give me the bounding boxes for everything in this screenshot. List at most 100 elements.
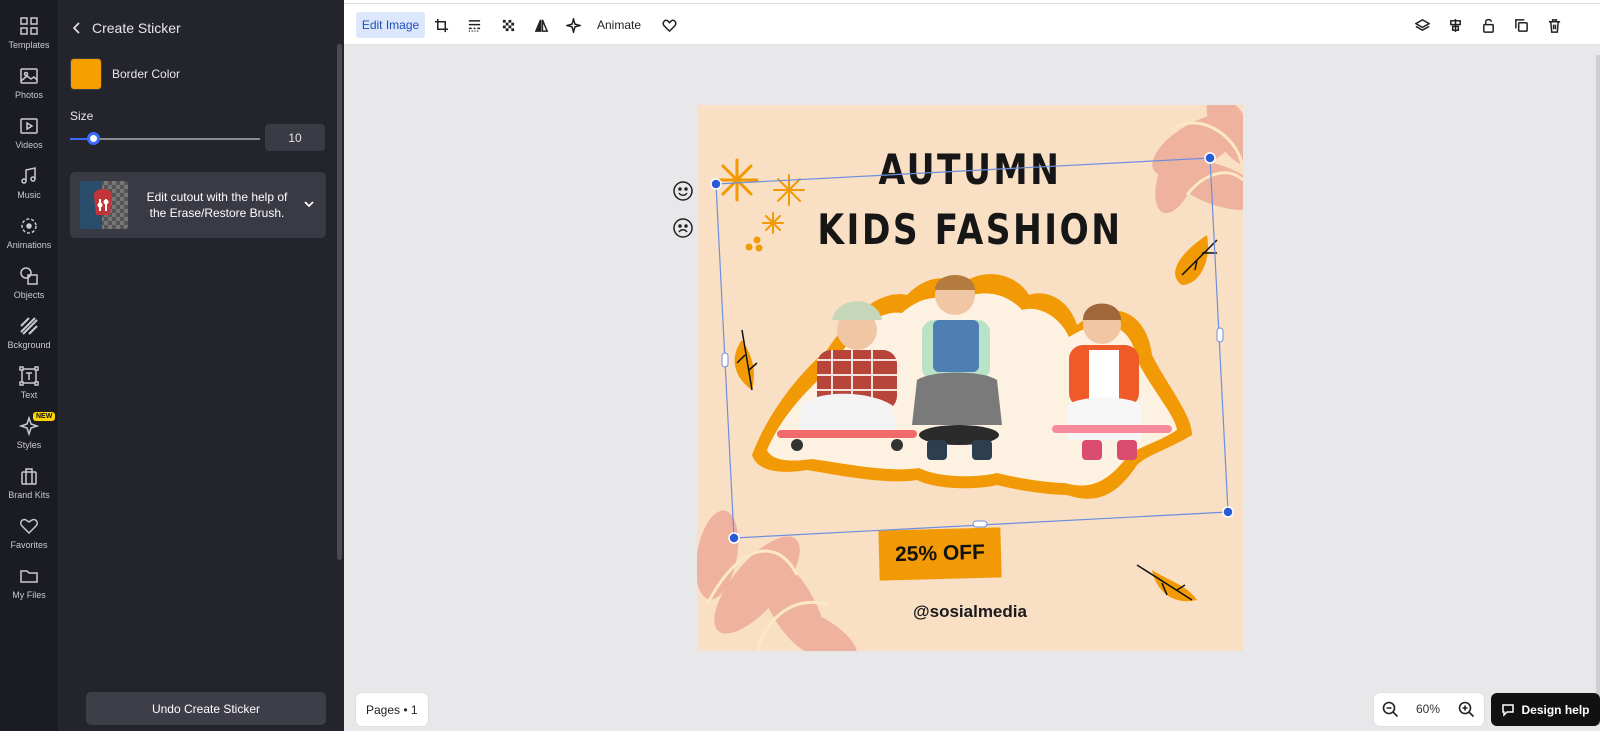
rail-label: Favorites [10,540,48,550]
panel-title: Create Sticker [92,20,181,36]
zoom-control: 60% [1374,693,1484,726]
duplicate-button[interactable] [1508,12,1534,38]
chevron-down-icon[interactable] [302,197,316,211]
zoom-out-icon[interactable] [1382,701,1399,718]
rail-label: Photos [14,90,44,100]
editor-app: Templates Photos Videos Music Animations… [0,0,1600,731]
rail-item-styles[interactable]: NEW Styles [0,412,58,458]
smile-feedback-icon[interactable] [672,180,694,202]
rail-item-photos[interactable]: Photos [0,62,58,108]
rail-item-brand-kits[interactable]: Brand Kits [0,462,58,508]
resize-handle[interactable] [1222,506,1234,518]
design-help-button[interactable]: Design help [1491,693,1600,726]
heart-icon [20,518,38,535]
unlock-icon [1482,18,1494,33]
chevron-left-icon [72,22,80,34]
lock-button[interactable] [1475,12,1501,38]
layers-icon [1414,18,1430,31]
align-button[interactable] [1442,12,1468,38]
heart-outline-icon [662,19,676,32]
rail-item-animations[interactable]: Animations [0,212,58,258]
favorite-button[interactable] [656,12,682,38]
size-slider[interactable] [70,129,260,149]
music-note-icon [21,167,36,184]
magic-button[interactable] [560,12,586,38]
zoom-in-icon[interactable] [1458,701,1475,718]
panel-scrollbar[interactable] [337,44,342,560]
duplicate-icon [1514,18,1528,32]
border-color-row: Border Color [70,58,180,90]
resize-handle[interactable] [710,178,722,190]
frown-feedback-icon[interactable] [672,217,694,239]
slider-thumb[interactable] [86,132,100,145]
rail-label: Styles [16,440,42,450]
size-label: Size [70,109,94,123]
headline-autumn[interactable]: AUTUMN [746,145,1194,194]
side-handle[interactable] [721,352,729,368]
headline-kids-fashion[interactable]: KIDS FASHION [746,205,1194,254]
discount-badge[interactable]: 25% OFF [878,527,1002,581]
animate-button[interactable]: Animate [591,12,647,38]
rail-item-background[interactable]: Bckground [0,312,58,358]
flip-icon [534,19,548,32]
transparency-button[interactable] [495,12,521,38]
rail-item-music[interactable]: Music [0,162,58,208]
rail-label: Bckground [7,340,51,350]
adjust-button[interactable] [461,12,487,38]
cutout-description: Edit cutout with the help of the Erase/R… [146,190,288,220]
grid-icon [20,17,38,35]
rail-label: My Files [12,590,46,600]
flower-decoration-bottom-left [697,510,857,651]
flip-button[interactable] [528,12,554,38]
rail-item-videos[interactable]: Videos [0,112,58,158]
rail-item-text[interactable]: Text [0,362,58,408]
rail-label: Music [17,190,41,200]
animation-icon [21,218,37,234]
background-stripes-icon [20,317,38,335]
side-handle[interactable] [1216,327,1224,343]
play-icon [20,118,38,134]
undo-create-sticker-button[interactable]: Undo Create Sticker [86,692,326,725]
image-toolbar: Edit Image Animate [344,4,1600,45]
rail-item-objects[interactable]: Objects [0,262,58,308]
create-sticker-panel: Create Sticker Border Color Size 10 Edit… [58,0,344,731]
rail-item-favorites[interactable]: Favorites [0,512,58,558]
left-rail: Templates Photos Videos Music Animations… [0,0,58,731]
border-color-label: Border Color [112,67,181,81]
layers-button[interactable] [1409,12,1435,38]
align-icon [1449,18,1461,32]
cutout-thumbnail [80,181,128,229]
back-button[interactable]: Create Sticker [70,20,181,36]
text-box-icon [19,366,39,386]
canvas-scrollbar[interactable] [1596,55,1600,725]
image-icon [20,68,38,84]
rail-label: Videos [15,140,43,150]
border-color-swatch[interactable] [70,58,102,90]
design-artboard[interactable]: AUTUMN KIDS FASHION 25% OFF @sosialmedia [697,105,1243,651]
crop-icon [434,18,448,32]
size-input[interactable] [265,124,325,151]
crop-button[interactable] [428,12,454,38]
resize-handle[interactable] [1204,152,1216,164]
transparency-checker-icon [502,19,514,31]
edit-cutout-card[interactable]: Edit cutout with the help of the Erase/R… [70,172,326,238]
rail-label: Text [20,390,38,400]
briefcase-icon [21,468,37,485]
rail-item-templates[interactable]: Templates [0,12,58,58]
trash-icon [1548,18,1560,33]
edit-image-button[interactable]: Edit Image [356,12,425,38]
delete-button[interactable] [1541,12,1567,38]
rail-label: Animations [6,240,52,250]
rail-label: Brand Kits [8,490,50,500]
side-handle[interactable] [972,520,988,528]
social-handle-text[interactable]: @sosialmedia [697,602,1243,622]
pages-button[interactable]: Pages • 1 [356,693,428,726]
shapes-icon [20,267,38,285]
new-badge: NEW [33,412,56,421]
kids-sticker-image [752,274,1192,499]
magic-sparkle-icon [565,17,581,33]
zoom-level: 60% [1415,702,1441,716]
folder-icon [20,570,38,583]
resize-handle[interactable] [728,532,740,544]
rail-item-my-files[interactable]: My Files [0,562,58,608]
